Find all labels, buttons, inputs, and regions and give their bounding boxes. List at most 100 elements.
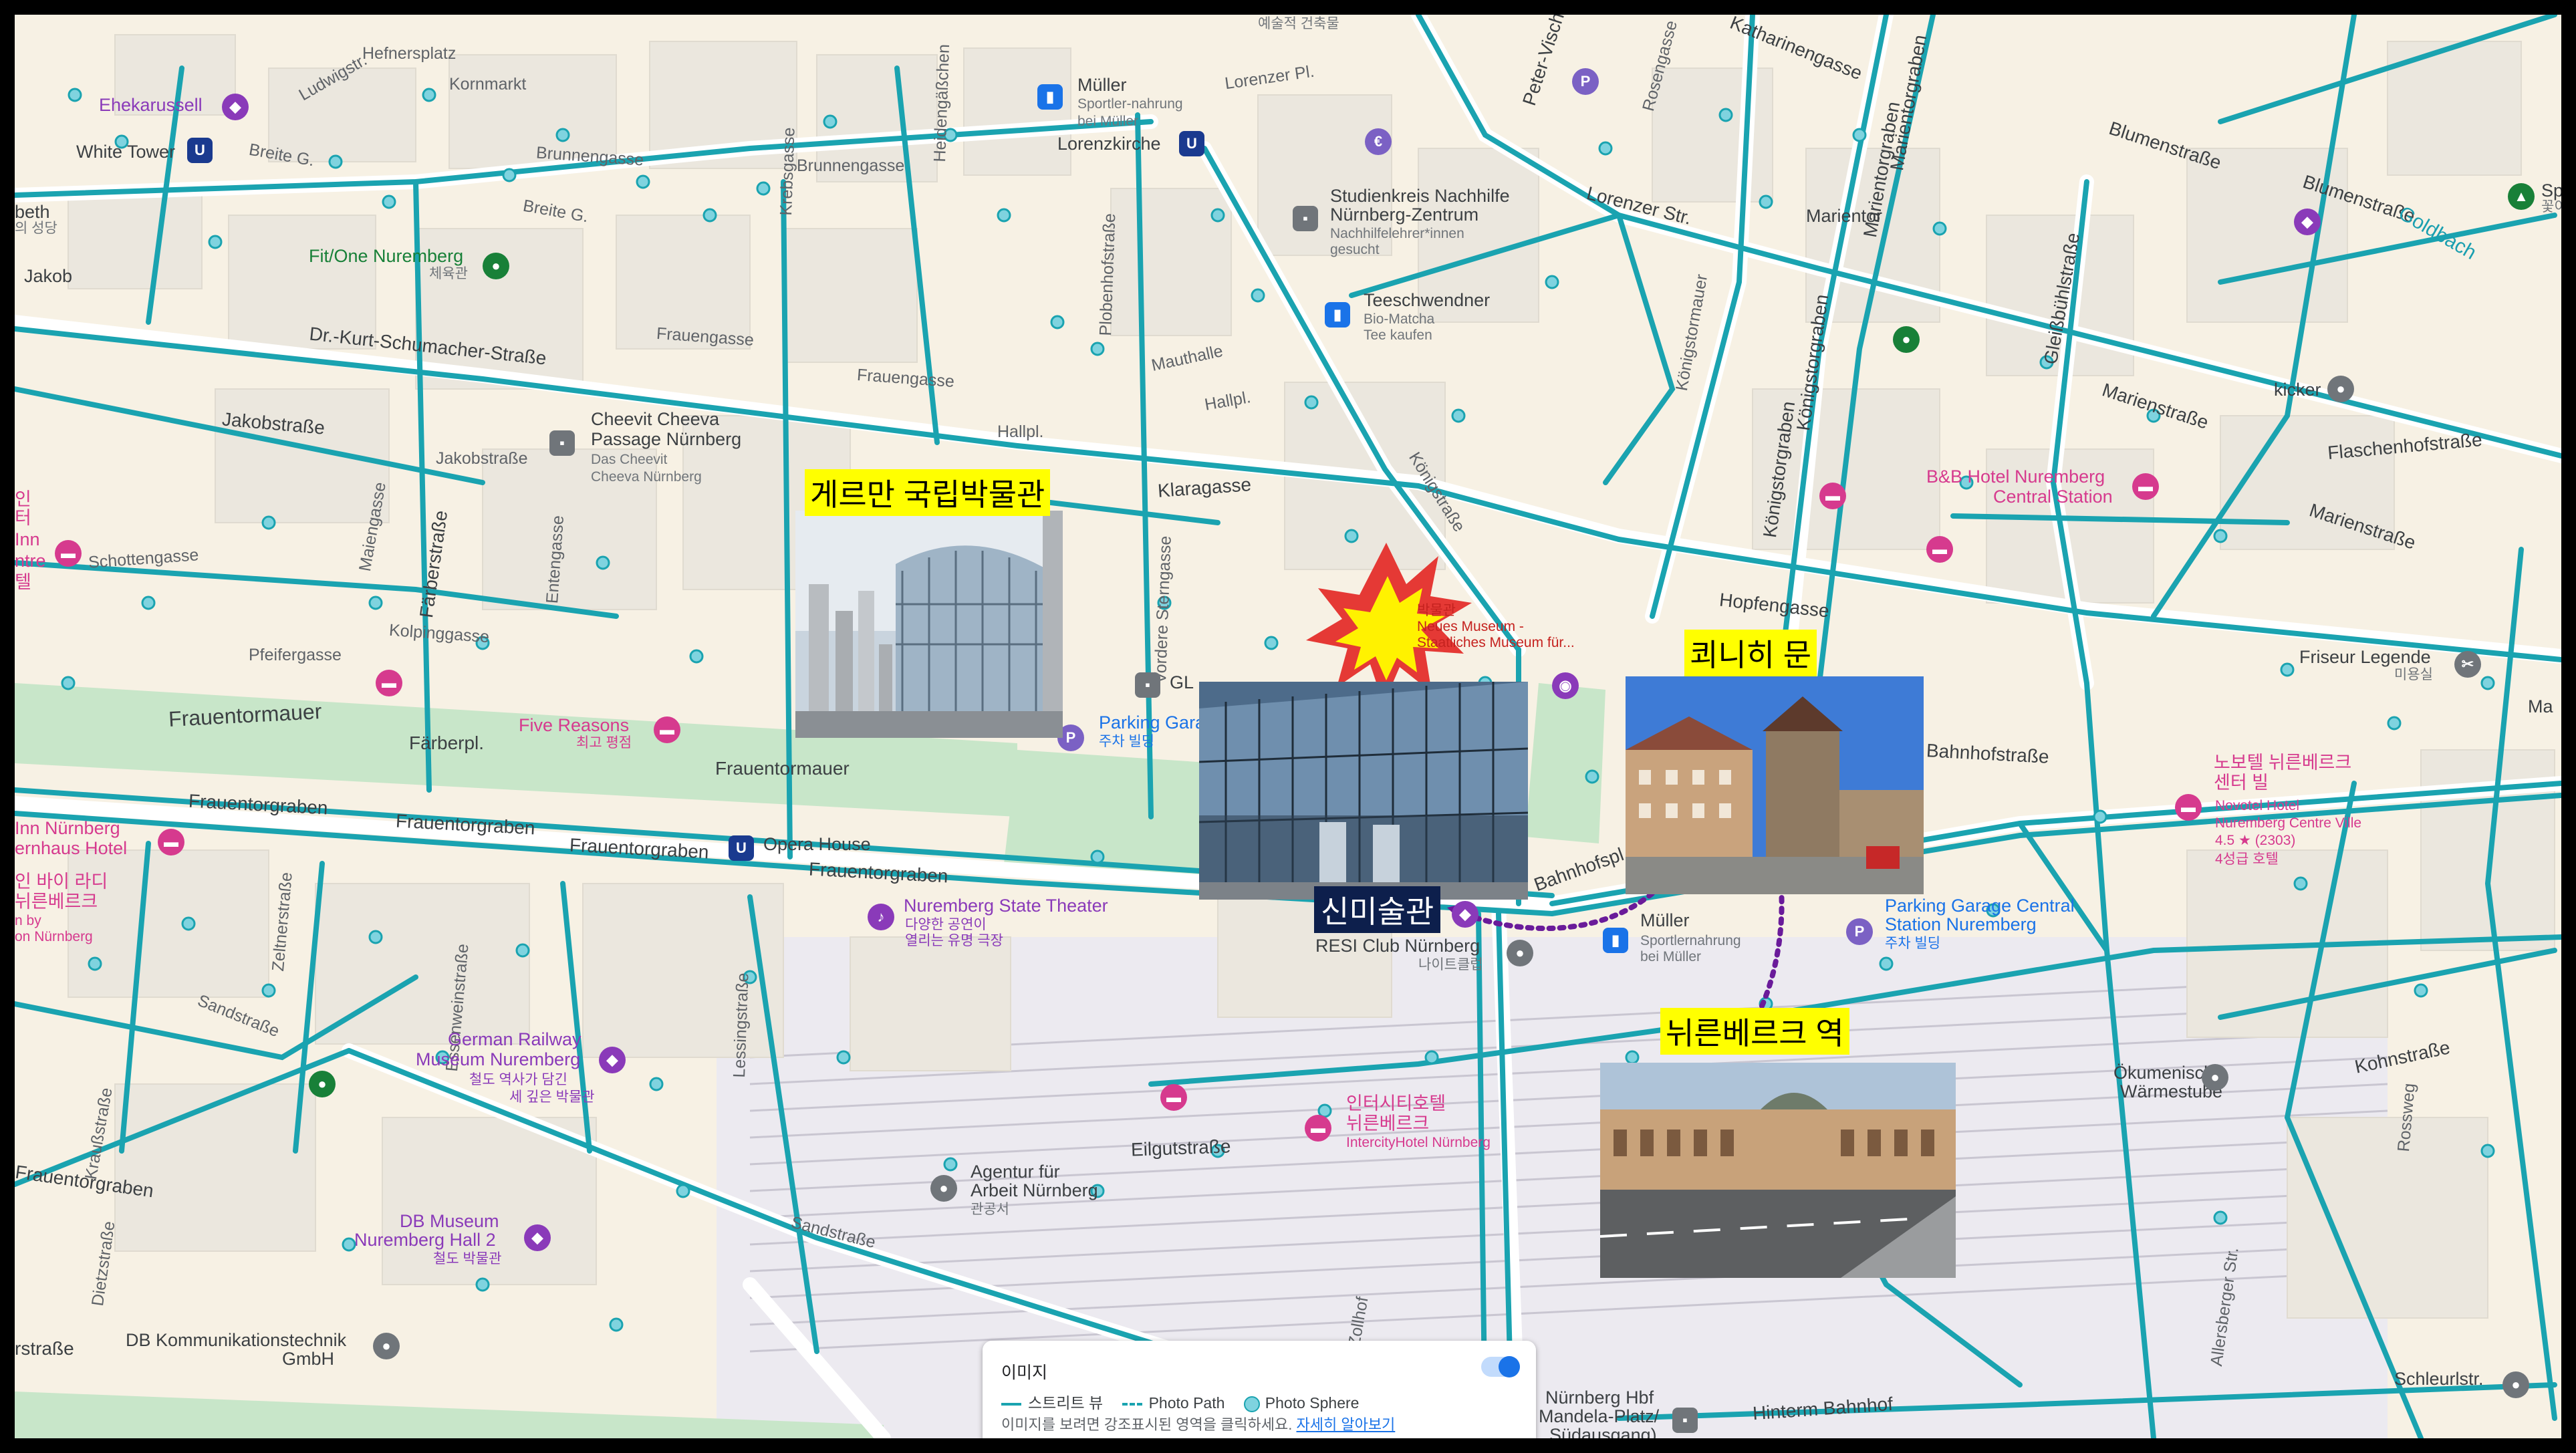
poi-agentur-1[interactable]: Agentur für bbox=[971, 1162, 1060, 1182]
poi-friseur[interactable]: Friseur Legende bbox=[2299, 647, 2431, 668]
legend-hint-row: 이미지를 보려면 강조표시된 영역을 클릭하세요. 자세히 알아보기 bbox=[1001, 1413, 1395, 1434]
bus-stop-icon[interactable]: ● bbox=[2502, 1371, 2529, 1398]
poi-studienkreis-2[interactable]: Nürnberg-Zentrum bbox=[1330, 205, 1478, 225]
office-icon-db[interactable]: ● bbox=[373, 1333, 400, 1359]
poi-db-museum-1[interactable]: DB Museum bbox=[400, 1211, 499, 1232]
museum-icon-db[interactable]: ◆ bbox=[524, 1224, 551, 1251]
poi-inn-ko-1[interactable]: 인 바이 라디 bbox=[15, 872, 108, 892]
poi-state-theater[interactable]: Nuremberg State Theater bbox=[904, 896, 1108, 916]
bed-icon-3[interactable]: ▬ bbox=[1926, 536, 1953, 563]
parking-icon-central[interactable]: P bbox=[1846, 918, 1873, 945]
poi-kicker[interactable]: kicker bbox=[2274, 380, 2321, 400]
photo-germanic-museum[interactable] bbox=[795, 511, 1063, 738]
poi-intercity-ko-1[interactable]: 인터시티호텔 bbox=[1346, 1093, 1446, 1114]
learn-more-link[interactable]: 자세히 알아보기 bbox=[1297, 1416, 1396, 1433]
poi-nuernberg-hbf-3[interactable]: Südausgang) bbox=[1549, 1425, 1657, 1438]
shop-icon[interactable]: ▪ bbox=[549, 430, 575, 456]
poi-inn-ko-2[interactable]: 뉘른베르크 bbox=[15, 892, 98, 912]
bed-icon-five-reasons[interactable]: ▬ bbox=[654, 716, 680, 743]
shopping-bag-icon[interactable]: ▮ bbox=[1037, 84, 1063, 110]
poi-studienkreis-1[interactable]: Studienkreis Nachhilfe bbox=[1330, 186, 1510, 207]
poi-bb-hotel-2[interactable]: Central Station bbox=[1993, 487, 2113, 507]
poi-fit-one-sub: 체육관 bbox=[429, 266, 468, 281]
subway-icon-lorenzkirche[interactable]: U bbox=[1179, 131, 1204, 156]
museum-icon[interactable]: ◆ bbox=[222, 94, 249, 120]
museum-icon-railway[interactable]: ◆ bbox=[599, 1047, 626, 1073]
music-note-icon[interactable]: ♪ bbox=[868, 904, 894, 930]
poi-german-railway-1[interactable]: German Railway bbox=[448, 1029, 582, 1050]
bed-icon-left[interactable]: ▬ bbox=[376, 670, 402, 696]
poi-db-kommunikation-1[interactable]: DB Kommunikationstechnik bbox=[126, 1330, 346, 1351]
park-icon-left[interactable]: ● bbox=[309, 1071, 336, 1097]
currency-icon[interactable]: € bbox=[1365, 128, 1392, 155]
bed-icon-novotel[interactable]: ▬ bbox=[2175, 794, 2202, 821]
poi-lorenzkirche[interactable]: Lorenzkirche bbox=[1057, 134, 1161, 154]
tree-icon[interactable]: ▲ bbox=[2508, 183, 2535, 210]
bed-icon-inn[interactable]: ▬ bbox=[158, 829, 184, 855]
bed-icon-bb[interactable]: ▬ bbox=[2132, 473, 2159, 500]
poi-agentur-2[interactable]: Arbeit Nürnberg bbox=[971, 1180, 1098, 1201]
poi-marientor[interactable]: Marientor bbox=[1806, 206, 1882, 227]
poi-teeschwendner[interactable]: Teeschwendner bbox=[1364, 290, 1490, 311]
poi-db-kommunikation-2[interactable]: GmbH bbox=[282, 1349, 334, 1369]
poi-mueller-bottom[interactable]: Müller bbox=[1640, 910, 1690, 931]
poi-five-reasons[interactable]: Five Reasons bbox=[519, 715, 629, 736]
poi-db-museum-2[interactable]: Nuremberg Hall 2 bbox=[354, 1230, 496, 1250]
poi-teeschwendner-sub-1: Bio-Matcha bbox=[1364, 311, 1435, 327]
street-label-eilgutstrasse: Eilgutstraße bbox=[1130, 1136, 1231, 1160]
bed-icon-intercity-2[interactable]: ▬ bbox=[1160, 1084, 1187, 1111]
photo-new-museum[interactable] bbox=[1199, 682, 1528, 900]
poi-mueller-top[interactable]: Müller bbox=[1077, 75, 1127, 96]
street-label-hefnersplatz: Hefnersplatz bbox=[362, 44, 457, 63]
train-icon[interactable]: ▪ bbox=[1672, 1408, 1698, 1433]
imagery-toggle[interactable] bbox=[1481, 1356, 1520, 1377]
scissors-icon[interactable]: ✂ bbox=[2454, 651, 2481, 678]
poi-resi-club[interactable]: RESI Club Nürnberg bbox=[1315, 936, 1480, 956]
poi-parking-central-2[interactable]: Station Nuremberg bbox=[1885, 914, 2037, 935]
nightclub-icon[interactable]: ● bbox=[1507, 940, 1533, 966]
poi-inn-ko-4: on Nürnberg bbox=[15, 929, 93, 944]
poi-friseur-sub: 미용실 bbox=[2394, 667, 2433, 682]
poi-white-tower[interactable]: White Tower bbox=[76, 142, 175, 162]
poi-intercity-ko-2[interactable]: 뉘른베르크 bbox=[1346, 1113, 1429, 1134]
shelter-icon[interactable]: ● bbox=[2202, 1064, 2228, 1091]
building-icon-gl[interactable]: ▪ bbox=[1135, 672, 1160, 698]
museum-icon-right[interactable]: ◆ bbox=[2294, 209, 2321, 235]
poi-fit-one[interactable]: Fit/One Nuremberg bbox=[309, 246, 463, 267]
poi-cheevit-2[interactable]: Passage Nürnberg bbox=[591, 429, 741, 450]
poi-novotel-ko-1[interactable]: 노보텔 뉘른베르크 bbox=[2214, 753, 2351, 773]
bed-icon-left-2[interactable]: ▬ bbox=[55, 540, 82, 567]
bed-icon-2[interactable]: ▬ bbox=[1819, 483, 1846, 509]
office-icon[interactable]: ▪ bbox=[1293, 206, 1318, 231]
parking-icon-top[interactable]: P bbox=[1572, 68, 1599, 95]
shopping-bag-icon-mueller[interactable]: ▮ bbox=[1603, 928, 1628, 953]
poi-parking-central-1[interactable]: Parking Garage Central bbox=[1885, 896, 2075, 916]
poi-beth: beth bbox=[15, 202, 50, 222]
subway-icon-opera[interactable]: U bbox=[729, 835, 754, 861]
poi-novotel-ko-2[interactable]: 센터 빌 bbox=[2214, 773, 2269, 793]
poi-nuernberg-hbf-2[interactable]: Mandela-Platz/ bbox=[1539, 1406, 1659, 1427]
subway-icon[interactable]: U bbox=[187, 138, 213, 163]
poi-ehekarussell[interactable]: Ehekarussell bbox=[99, 95, 203, 116]
poi-inn-nuernberg-1[interactable]: Inn Nürnberg bbox=[15, 818, 120, 839]
office-icon-agentur[interactable]: ● bbox=[930, 1175, 957, 1202]
park-icon[interactable]: ● bbox=[1893, 326, 1920, 353]
poi-intercity[interactable]: IntercityHotel Nürnberg bbox=[1346, 1135, 1491, 1151]
poi-inn-nuernberg-2[interactable]: ernhaus Hotel bbox=[15, 838, 127, 859]
poi-novotel-1[interactable]: Novotel Hotel bbox=[2215, 798, 2299, 814]
poi-cheevit[interactable]: Cheevit Cheeva bbox=[591, 409, 719, 430]
gym-icon[interactable]: ● bbox=[483, 253, 509, 279]
poi-nuernberg-hbf-1[interactable]: Nürnberg Hbf bbox=[1545, 1388, 1654, 1408]
kicker-icon[interactable]: ● bbox=[2327, 376, 2354, 402]
shopping-bag-icon-tea[interactable]: ▮ bbox=[1325, 302, 1350, 327]
poi-opera-house[interactable]: Opera House bbox=[763, 834, 871, 855]
map-viewport[interactable]: Frauentormauer Frauentormauer Frauentorg… bbox=[15, 15, 2561, 1438]
bed-icon-intercity[interactable]: ▬ bbox=[1305, 1115, 1331, 1142]
camera-icon[interactable]: ◉ bbox=[1552, 672, 1579, 699]
photo-station[interactable] bbox=[1600, 1063, 1956, 1278]
poi-german-railway-2[interactable]: Museum Nuremberg bbox=[416, 1049, 580, 1070]
museum-icon-neues[interactable]: ◆ bbox=[1452, 901, 1478, 928]
poi-novotel-2[interactable]: Nuremberg Centre Ville bbox=[2215, 815, 2361, 831]
poi-bb-hotel-1[interactable]: B&B Hotel Nuremberg bbox=[1926, 467, 2105, 487]
photo-koenigstor[interactable] bbox=[1626, 676, 1924, 894]
